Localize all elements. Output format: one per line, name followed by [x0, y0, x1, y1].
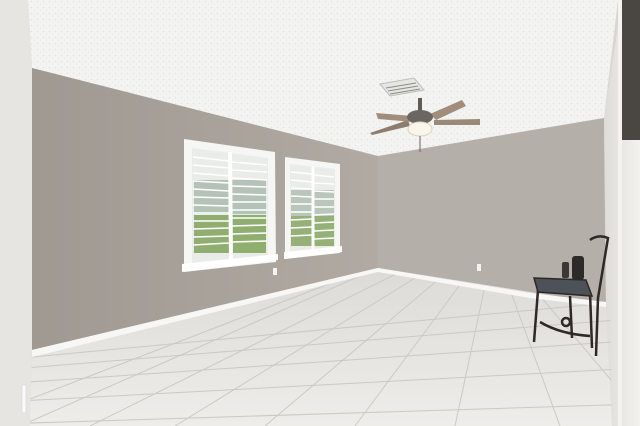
kettle	[572, 256, 584, 280]
door-frame	[620, 0, 640, 140]
left-foreground-wall	[0, 0, 32, 426]
door-frame-edge	[618, 0, 622, 426]
window-right	[284, 157, 342, 259]
mug	[562, 262, 569, 278]
left-wall-outlet	[21, 384, 27, 414]
fan-light	[407, 121, 433, 137]
fan-blade	[434, 119, 480, 125]
outlet-back-wall	[477, 264, 481, 271]
window-left	[182, 139, 278, 272]
room-photo	[0, 0, 640, 426]
outlet-left-wall	[273, 268, 277, 275]
